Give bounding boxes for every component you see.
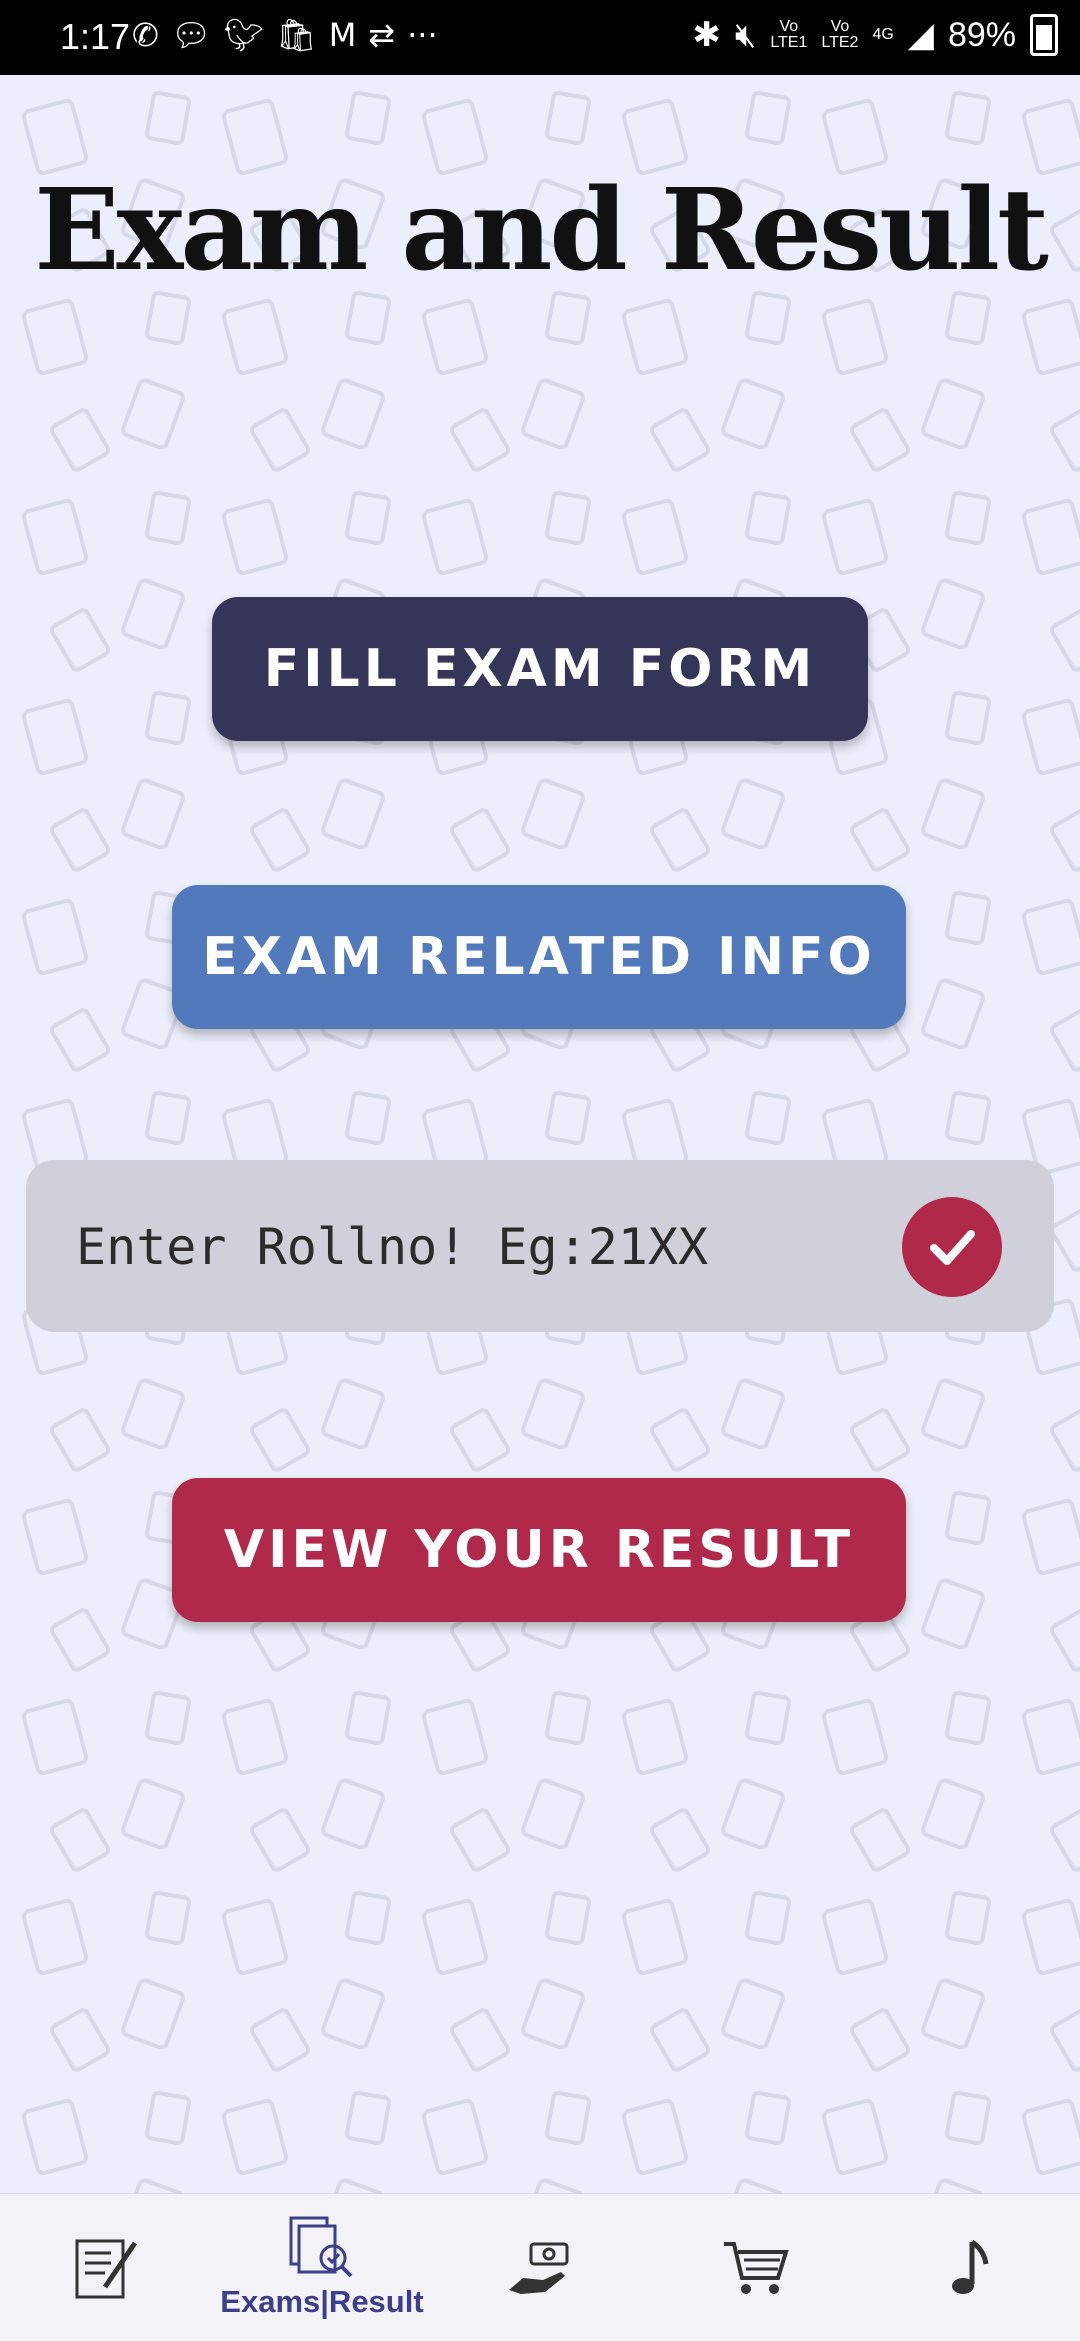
notification-icons: ✆ 💬︎ 🐦︎ 🛍︎ M ⇄ ··· — [132, 16, 438, 54]
twitter-icon: 🐦︎ — [223, 16, 265, 54]
fill-exam-form-button[interactable]: FILL EXAM FORM — [212, 597, 868, 741]
battery-percent: 89% — [947, 15, 1016, 54]
nav-item-music[interactable] — [922, 2194, 1022, 2341]
status-right: ✱ 🔇︎ Vo LTE1 Vo LTE2 4G ◢ 89% — [692, 14, 1058, 56]
exam-related-info-button[interactable]: EXAM RELATED INFO — [172, 885, 906, 1029]
page-title: Exam and Result — [34, 165, 1049, 296]
chat-icon: 💬︎ — [170, 16, 212, 54]
nav-item-payment[interactable] — [490, 2194, 590, 2341]
check-icon — [930, 1230, 975, 1265]
whatsapp-icon: ✆ — [132, 16, 159, 54]
network-type: 4G — [872, 26, 894, 43]
battery-icon — [1030, 14, 1058, 56]
bluetooth-icon: ✱ — [692, 16, 721, 54]
usb-icon: ⇄ — [368, 16, 396, 54]
nav-item-exams-result[interactable]: Exams|Result — [212, 2194, 432, 2341]
status-time: 1:17 — [60, 16, 131, 57]
exam-screen: Exam and Result FILL EXAM FORM EXAM RELA… — [0, 75, 1080, 2193]
lte1-indicator: Vo LTE1 — [770, 18, 808, 51]
more-icon: ··· — [407, 16, 438, 54]
mute-icon: 🔇︎ — [734, 15, 757, 54]
bottom-navigation: Exams|Result — [0, 2193, 1080, 2341]
payment-hand-icon — [509, 2242, 569, 2294]
check-submit-button[interactable] — [902, 1197, 1002, 1297]
exam-result-icon — [289, 2216, 353, 2277]
nav-item-cart[interactable] — [706, 2194, 806, 2341]
music-note-icon — [952, 2239, 989, 2294]
notes-pen-icon — [75, 2239, 138, 2298]
status-bar: 1:17 ✆ 💬︎ 🐦︎ 🛍︎ M ⇄ ··· ✱ 🔇︎ Vo LTE1 Vo … — [0, 0, 1080, 75]
rollno-container — [26, 1160, 1054, 1332]
view-result-button[interactable]: VIEW YOUR RESULT — [172, 1478, 906, 1622]
lte2-indicator: Vo LTE2 — [821, 18, 859, 51]
shopping-icon: 🛍︎ — [276, 16, 317, 54]
cart-icon — [724, 2241, 789, 2294]
signal-icon: ◢ — [907, 16, 934, 54]
nav-item-notes[interactable] — [56, 2194, 156, 2341]
nav-label-exams-result: Exams|Result — [220, 2283, 424, 2319]
gmail-icon: M — [328, 16, 357, 54]
rollno-input[interactable] — [74, 1210, 878, 1284]
